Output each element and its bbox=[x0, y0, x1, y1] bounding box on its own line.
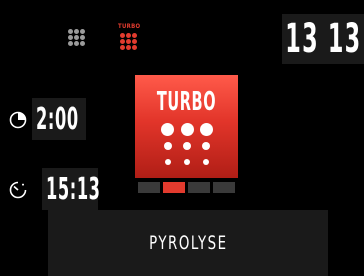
oven-display: TURBO 13 13 2:00 15:13 TURBO PYROLYSE bbox=[0, 0, 364, 276]
turbo-program-tile[interactable]: TURBO bbox=[135, 75, 238, 178]
cook-time-field[interactable]: 2:00 bbox=[32, 98, 86, 140]
turbo-mini-label: TURBO bbox=[118, 23, 141, 30]
clock-time: 13 13 bbox=[284, 16, 362, 62]
program-page-indicator[interactable] bbox=[138, 182, 235, 193]
timer-icon bbox=[9, 111, 27, 129]
page-dot-active[interactable] bbox=[163, 182, 185, 193]
clock-display[interactable]: 13 13 bbox=[282, 14, 364, 64]
pyrolyse-button[interactable]: PYROLYSE bbox=[48, 210, 328, 276]
cook-time-value: 2:00 bbox=[36, 101, 79, 137]
conventional-mode-icon[interactable] bbox=[68, 29, 85, 46]
page-dot[interactable] bbox=[138, 182, 160, 193]
turbo-fan-icon bbox=[161, 123, 213, 172]
end-time-field[interactable]: 15:13 bbox=[42, 168, 101, 210]
end-time-icon bbox=[9, 181, 27, 199]
turbo-mode-icon[interactable] bbox=[120, 33, 137, 50]
end-time-value: 15:13 bbox=[46, 171, 101, 207]
pyrolyse-label: PYROLYSE bbox=[148, 232, 228, 254]
program-title: TURBO bbox=[156, 87, 217, 117]
page-dot[interactable] bbox=[213, 182, 235, 193]
page-dot[interactable] bbox=[188, 182, 210, 193]
